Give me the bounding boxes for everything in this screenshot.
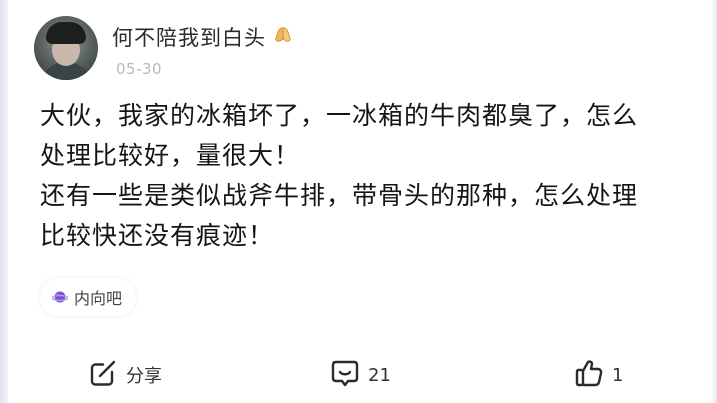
content-line: 大伙，我家的冰箱坏了，一冰箱的牛肉都臭了，怎么: [40, 101, 639, 130]
share-icon: [88, 358, 118, 392]
comment-count: 21: [368, 364, 391, 386]
share-button[interactable]: 分享: [88, 358, 162, 392]
comment-icon: [330, 358, 360, 392]
like-button[interactable]: 1: [574, 358, 623, 392]
topic-chip[interactable]: 内向吧: [40, 278, 137, 316]
post-date: 05-30: [116, 60, 163, 78]
post-card: 何不陪我到白头 05-30 大伙，我家的冰箱坏了，一冰箱的牛肉都臭了，怎么 处理…: [0, 0, 717, 403]
thumbs-up-icon: [574, 358, 604, 392]
author-row: 何不陪我到白头: [112, 22, 294, 52]
avatar[interactable]: [34, 16, 98, 80]
share-label: 分享: [126, 366, 162, 387]
content-line: 比较快还没有痕迹！: [40, 221, 275, 250]
content-line: 还有一些是类似战斧牛排，带骨头的那种，怎么处理: [40, 181, 639, 210]
avatar-hair: [46, 22, 86, 44]
post-content: 大伙，我家的冰箱坏了，一冰箱的牛肉都臭了，怎么 处理比较好，量很大！ 还有一些是…: [40, 96, 690, 256]
author-name[interactable]: 何不陪我到白头: [112, 22, 266, 52]
planet-icon: [51, 289, 69, 305]
right-edge: [711, 0, 717, 403]
like-count: 1: [612, 364, 624, 386]
comment-button[interactable]: 21: [330, 358, 391, 392]
topic-label: 内向吧: [74, 289, 123, 308]
praying-hands-icon: [272, 25, 294, 49]
content-line: 处理比较好，量很大！: [40, 141, 301, 170]
left-edge: [0, 0, 8, 403]
